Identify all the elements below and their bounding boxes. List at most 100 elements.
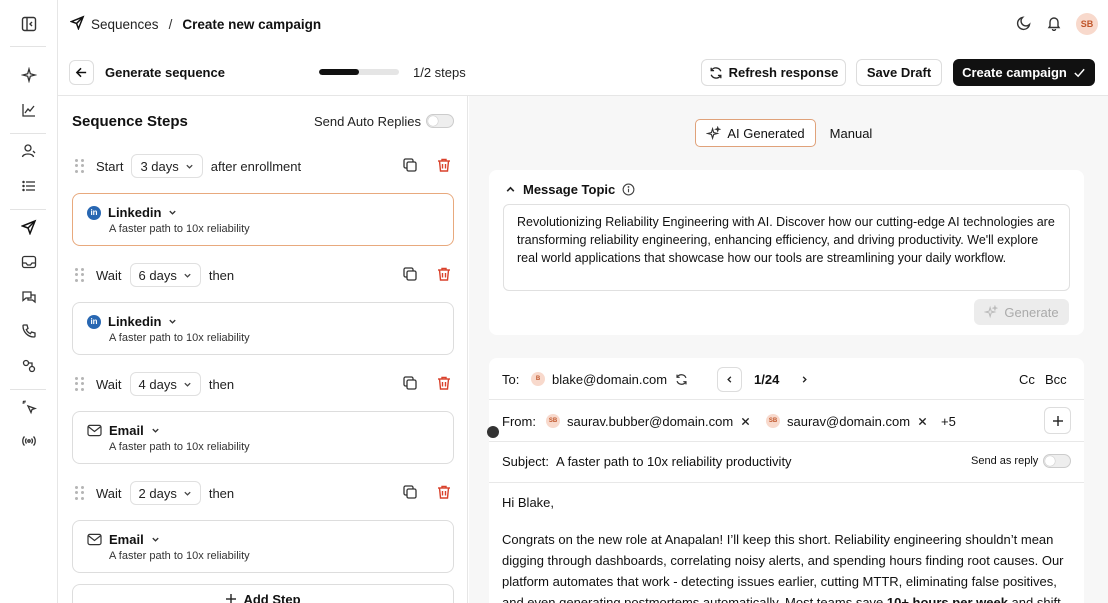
wait-label: Wait (96, 376, 122, 392)
trash-icon[interactable] (436, 484, 452, 500)
moon-icon[interactable] (1016, 15, 1032, 34)
wait-delay-value: 6 days (138, 267, 177, 283)
breadcrumb-current-page: Create new campaign (182, 16, 322, 32)
step-actions (402, 484, 452, 500)
header-row: Generate sequence 1/2 steps Refresh resp… (58, 48, 1108, 96)
subject-input[interactable]: A faster path to 10x reliability product… (556, 454, 792, 469)
step-card-linkedin[interactable]: in Linkedin A faster path to 10x reliabi… (72, 302, 454, 355)
rail-divider (10, 389, 46, 390)
start-delay-dropdown[interactable]: 3 days (131, 154, 203, 178)
sidebar-toggle-icon[interactable] (19, 14, 39, 34)
step-subject: A faster path to 10x reliability (109, 441, 250, 453)
bcc-button[interactable]: Bcc (1045, 372, 1067, 387)
phone-icon[interactable] (19, 321, 39, 341)
wait-suffix: then (208, 376, 235, 392)
email-body-line: Congrats on the new role at Anapalan! I’… (502, 532, 1054, 547)
refresh-response-button[interactable]: Refresh response (701, 59, 846, 86)
bell-icon[interactable] (1046, 15, 1062, 34)
wait-delay-dropdown[interactable]: 6 days (129, 263, 201, 287)
sender-chip[interactable]: SB saurav@domain.com (766, 414, 927, 429)
wait-suffix: then (208, 485, 235, 501)
rail-divider (10, 133, 46, 134)
trash-icon[interactable] (436, 266, 452, 282)
step-channel[interactable]: in Linkedin (87, 314, 177, 329)
prev-recipient-button[interactable] (717, 366, 742, 392)
step-actions (402, 266, 452, 282)
email-body[interactable]: Congrats on the new role at Anapalan! I’… (502, 529, 1077, 603)
integrations-icon[interactable] (19, 356, 39, 376)
message-topic-textarea[interactable]: Revolutionizing Reliability Engineering … (503, 204, 1070, 291)
channel-label: Email (109, 532, 144, 547)
divider (489, 399, 1084, 400)
send-auto-replies-toggle[interactable] (426, 114, 454, 128)
recipient-chip[interactable]: B blake@domain.com (531, 372, 688, 387)
resize-handle[interactable] (487, 426, 499, 438)
more-senders-count[interactable]: +5 (941, 414, 956, 429)
avatar[interactable]: SB (1076, 13, 1098, 35)
sender-chip[interactable]: SB saurav.bubber@domain.com (546, 414, 750, 429)
wait-delay-dropdown[interactable]: 4 days (129, 372, 201, 396)
generate-button[interactable]: Generate (974, 299, 1069, 325)
sender-avatar: SB (546, 414, 560, 428)
add-sender-button[interactable] (1044, 407, 1071, 434)
wait-label: Wait (96, 267, 122, 283)
drag-handle-icon[interactable] (75, 486, 85, 500)
next-recipient-button[interactable] (792, 367, 817, 392)
save-draft-button[interactable]: Save Draft (856, 59, 942, 86)
wait-suffix: then (208, 267, 235, 283)
send-as-reply-label: Send as reply (971, 455, 1039, 467)
create-campaign-button[interactable]: Create campaign (953, 59, 1095, 86)
drag-handle-icon[interactable] (75, 159, 85, 173)
step-card-email[interactable]: Email A faster path to 10x reliability (72, 411, 454, 464)
message-topic-section: Message Topic Revolutionizing Reliabilit… (489, 170, 1084, 335)
chevron-right-icon (802, 375, 807, 383)
message-topic-header[interactable]: Message Topic (505, 182, 635, 197)
trash-icon[interactable] (436, 157, 452, 173)
trash-icon[interactable] (436, 375, 452, 391)
manual-tab[interactable]: Manual (826, 119, 876, 147)
list-icon[interactable] (19, 176, 39, 196)
drag-handle-icon[interactable] (75, 377, 85, 391)
subject-row: Subject: A faster path to 10x reliabilit… (489, 450, 1084, 472)
cursor-click-icon[interactable] (19, 397, 39, 417)
left-rail (0, 0, 58, 603)
ai-generated-tab[interactable]: AI Generated (695, 119, 816, 147)
drag-handle-icon[interactable] (75, 268, 85, 282)
copy-icon[interactable] (402, 484, 418, 500)
step-channel[interactable]: in Linkedin (87, 205, 177, 220)
from-row: From: SB saurav.bubber@domain.com SB sau… (489, 407, 1084, 435)
refresh-response-label: Refresh response (728, 65, 839, 80)
add-step-button[interactable]: Add Step (72, 584, 454, 603)
save-draft-label: Save Draft (866, 65, 932, 80)
step-channel[interactable]: Email (87, 423, 160, 438)
copy-icon[interactable] (402, 375, 418, 391)
step-card-email[interactable]: Email A faster path to 10x reliability (72, 520, 454, 573)
wait-row: Wait 4 days then (72, 369, 452, 399)
back-button[interactable] (69, 60, 94, 85)
channel-label: Email (109, 423, 144, 438)
create-campaign-label: Create campaign (962, 65, 1067, 80)
cc-button[interactable]: Cc (1019, 372, 1035, 387)
copy-icon[interactable] (402, 157, 418, 173)
chat-icon[interactable] (19, 287, 39, 307)
body-text: and even generating postmortems automati… (502, 595, 887, 603)
chart-icon[interactable] (19, 100, 39, 120)
inbox-icon[interactable] (19, 252, 39, 272)
divider (489, 482, 1084, 483)
send-as-reply-toggle[interactable] (1043, 454, 1071, 468)
sparkle-icon (984, 305, 999, 319)
copy-icon[interactable] (402, 266, 418, 282)
sparkle-icon[interactable] (19, 65, 39, 85)
step-card-linkedin[interactable]: in Linkedin A faster path to 10x reliabi… (72, 193, 454, 246)
plus-icon (226, 594, 237, 603)
broadcast-icon[interactable] (19, 431, 39, 451)
step-channel[interactable]: Email (87, 532, 160, 547)
breadcrumb-sequences-link[interactable]: Sequences (91, 17, 159, 32)
send-icon[interactable] (19, 217, 39, 237)
email-body-line: and even generating postmortems automati… (502, 592, 1077, 603)
wait-delay-value: 4 days (138, 376, 177, 392)
wait-delay-dropdown[interactable]: 2 days (129, 481, 201, 505)
start-delay-value: 3 days (140, 158, 179, 174)
check-icon (1074, 68, 1085, 78)
contacts-icon[interactable] (19, 141, 39, 161)
